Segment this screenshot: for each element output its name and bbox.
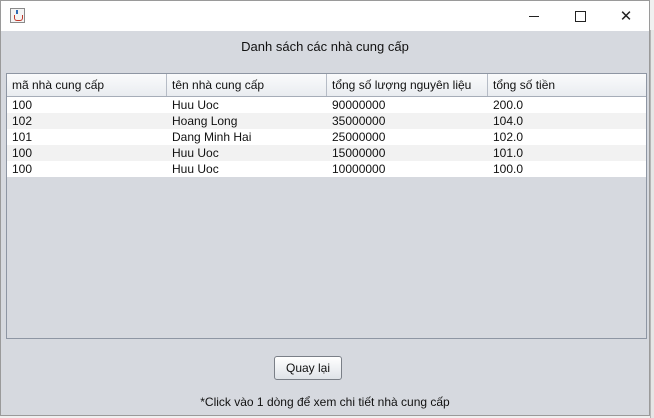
table-row[interactable]: 101 Dang Minh Hai 25000000 102.0 (7, 129, 646, 145)
table-header: mã nhà cung cấp tên nhà cung cấp tổng số… (7, 74, 646, 97)
minimize-button[interactable] (511, 1, 557, 31)
title-bar[interactable]: ✕ (1, 1, 649, 31)
table-row[interactable]: 100 Huu Uoc 90000000 200.0 (7, 97, 646, 113)
cell-supplier-id: 100 (12, 98, 33, 112)
cell-total-quantity: 25000000 (332, 130, 386, 144)
cell-supplier-id: 102 (12, 114, 33, 128)
cell-total-amount: 101.0 (493, 146, 524, 160)
cell-total-quantity: 15000000 (332, 146, 386, 160)
close-button[interactable]: ✕ (603, 1, 649, 31)
back-button[interactable]: Quay lại (274, 356, 342, 380)
column-header-supplier-name[interactable]: tên nhà cung cấp (167, 74, 327, 96)
cell-total-quantity: 10000000 (332, 162, 386, 176)
cell-supplier-id: 101 (12, 130, 33, 144)
cell-total-amount: 100.0 (493, 162, 524, 176)
table-row[interactable]: 100 Huu Uoc 10000000 100.0 (7, 161, 646, 177)
table-body: 100 Huu Uoc 90000000 200.0 102 Hoang Lon… (7, 97, 646, 177)
close-icon: ✕ (619, 6, 633, 25)
table-row[interactable]: 102 Hoang Long 35000000 104.0 (7, 113, 646, 129)
cell-supplier-id: 100 (12, 146, 33, 160)
minimize-icon (529, 15, 539, 17)
background-window-edge (650, 30, 654, 418)
cell-total-quantity: 90000000 (332, 98, 386, 112)
supplier-list-window: ✕ Danh sách các nhà cung cấp mã nhà cung… (0, 0, 650, 416)
cell-total-amount: 200.0 (493, 98, 524, 112)
hint-text: *Click vào 1 dòng để xem chi tiết nhà cu… (200, 395, 450, 409)
maximize-icon (574, 10, 586, 22)
cell-total-amount: 102.0 (493, 130, 524, 144)
cell-total-quantity: 35000000 (332, 114, 386, 128)
table-row[interactable]: 100 Huu Uoc 15000000 101.0 (7, 145, 646, 161)
cell-total-amount: 104.0 (493, 114, 524, 128)
cell-supplier-name: Huu Uoc (172, 146, 219, 160)
cell-supplier-id: 100 (12, 162, 33, 176)
cell-supplier-name: Dang Minh Hai (172, 130, 252, 144)
column-header-total-amount[interactable]: tổng số tiền (488, 74, 646, 96)
cell-supplier-name: Huu Uoc (172, 162, 219, 176)
column-header-total-quantity[interactable]: tổng số lượng nguyên liệu (327, 74, 488, 96)
cell-supplier-name: Hoang Long (172, 114, 238, 128)
java-cup-icon (10, 8, 25, 23)
column-header-supplier-id[interactable]: mã nhà cung cấp (7, 74, 167, 96)
maximize-button[interactable] (557, 1, 603, 31)
page-title: Danh sách các nhà cung cấp (241, 39, 409, 54)
cell-supplier-name: Huu Uoc (172, 98, 219, 112)
supplier-table: mã nhà cung cấp tên nhà cung cấp tổng số… (6, 73, 647, 339)
